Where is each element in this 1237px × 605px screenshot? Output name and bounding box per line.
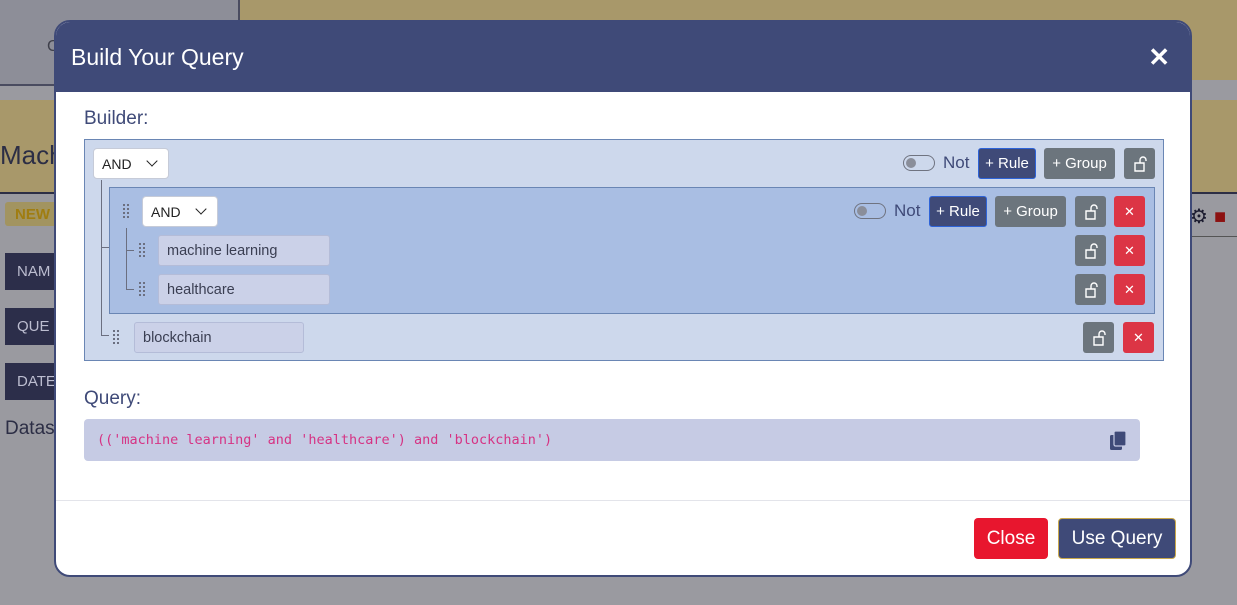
sub-combinator-select[interactable]: AND [142, 196, 218, 227]
background-label-query: QUE [5, 308, 57, 345]
modal-footer: Close Use Query [56, 500, 1190, 575]
root-rule-group: AND Not + Rule + Group AND Not + Rule + … [84, 139, 1164, 361]
toggle-knob [857, 206, 867, 216]
tree-line [101, 247, 109, 248]
settings-icon: ⚙ [1190, 206, 1208, 228]
background-label-date: DATE [5, 363, 57, 400]
rule-lock-button[interactable] [1083, 322, 1114, 353]
background-datasets-label: Datas [5, 418, 55, 439]
rule-value-input[interactable]: blockchain [134, 322, 304, 353]
sub-lock-button[interactable] [1075, 196, 1106, 227]
tree-line [101, 335, 109, 336]
sub-rule-group: AND Not + Rule + Group ✕ machine learnin… [109, 187, 1155, 314]
sub-not-label: Not [894, 201, 921, 220]
rule-delete-button[interactable]: ✕ [1114, 274, 1145, 305]
query-output: (('machine learning' and 'healthcare') a… [84, 419, 1140, 461]
close-button[interactable]: Close [974, 518, 1048, 559]
drag-handle-icon[interactable] [139, 282, 145, 296]
lock-icon [1084, 242, 1098, 259]
tree-line [126, 228, 127, 289]
close-icon[interactable]: ✕ [1148, 44, 1170, 70]
tree-line [101, 180, 102, 335]
drag-handle-icon[interactable] [139, 243, 145, 257]
chevron-down-icon [195, 203, 207, 215]
rule-value-input[interactable]: machine learning [158, 235, 330, 266]
root-combinator-select[interactable]: AND [93, 148, 169, 179]
rule-delete-button[interactable]: ✕ [1114, 235, 1145, 266]
lock-icon [1084, 203, 1098, 220]
modal-body: Builder: AND Not + Rule + Group AND Not … [56, 92, 1190, 461]
query-label: Query: [84, 388, 142, 409]
sub-not-toggle[interactable] [854, 203, 886, 219]
modal-title: Build Your Query [71, 43, 244, 70]
tree-line [126, 250, 134, 251]
rule-lock-button[interactable] [1075, 235, 1106, 266]
drag-handle-icon[interactable] [123, 204, 129, 218]
copy-icon[interactable] [1108, 430, 1128, 452]
trash-icon: ■ [1213, 206, 1227, 228]
query-builder-modal: Build Your Query ✕ Builder: AND Not + Ru… [54, 20, 1192, 577]
modal-header: Build Your Query ✕ [56, 22, 1190, 92]
root-not-toggle[interactable] [903, 155, 935, 171]
root-lock-button[interactable] [1124, 148, 1155, 179]
toggle-knob [906, 158, 916, 168]
chevron-down-icon [146, 155, 158, 167]
lock-icon [1092, 329, 1106, 346]
tree-line [126, 289, 134, 290]
background-icons: ⚙ ■ [1190, 204, 1226, 229]
root-add-rule-button[interactable]: + Rule [978, 148, 1036, 179]
drag-handle-icon[interactable] [113, 330, 119, 344]
sub-add-group-button[interactable]: + Group [995, 196, 1066, 227]
builder-label: Builder: [84, 108, 149, 129]
lock-icon [1084, 281, 1098, 298]
rule-lock-button[interactable] [1075, 274, 1106, 305]
use-query-button[interactable]: Use Query [1058, 518, 1176, 559]
sub-add-rule-button[interactable]: + Rule [929, 196, 987, 227]
lock-icon [1133, 155, 1147, 172]
query-text: (('machine learning' and 'healthcare') a… [97, 432, 553, 448]
root-combinator-value: AND [102, 155, 132, 172]
background-rule [1190, 236, 1237, 237]
sub-delete-button[interactable]: ✕ [1114, 196, 1145, 227]
background-label-name: NAM [5, 253, 57, 290]
root-add-group-button[interactable]: + Group [1044, 148, 1115, 179]
root-not-label: Not [943, 153, 970, 172]
sub-combinator-value: AND [151, 203, 181, 220]
rule-delete-button[interactable]: ✕ [1123, 322, 1154, 353]
rule-value-input[interactable]: healthcare [158, 274, 330, 305]
